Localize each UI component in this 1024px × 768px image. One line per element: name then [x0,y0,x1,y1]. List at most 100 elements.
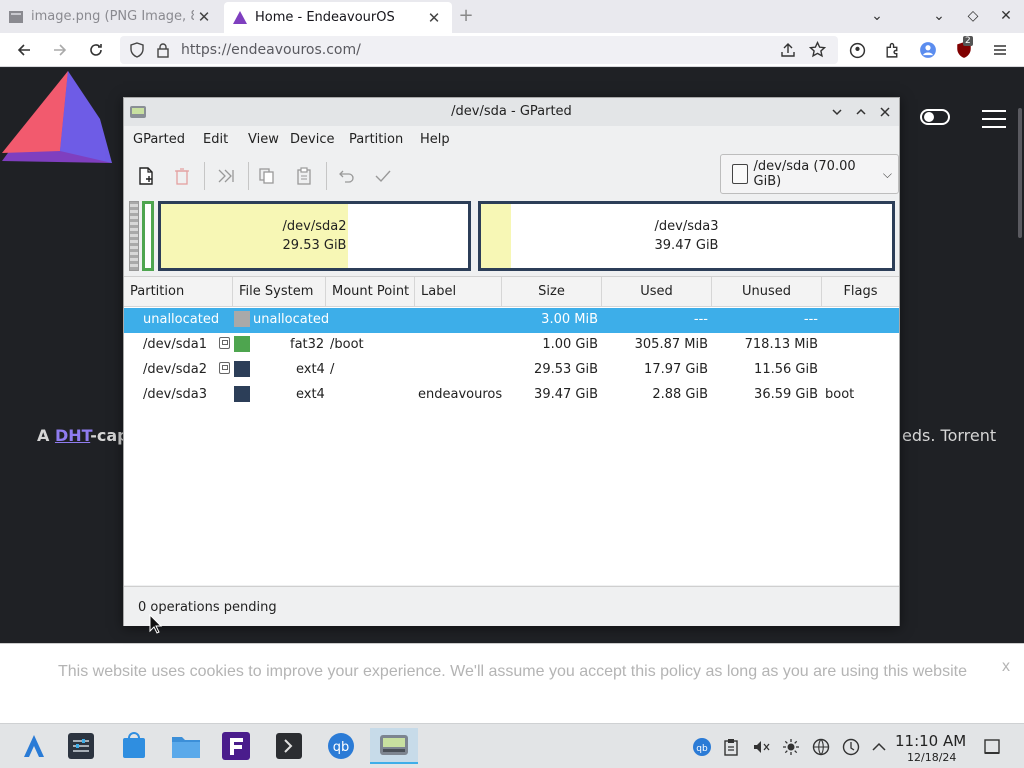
toolbar-separator [204,162,205,190]
menu-edit[interactable]: Edit [203,132,228,147]
cell-used: 2.88 GiB [652,387,708,402]
gparted-taskbar-icon[interactable] [370,728,418,764]
partition-table: Partition File System Mount Point Label … [124,276,899,585]
table-row[interactable]: /dev/sda3 ext4 endeavouros 39.47 GiB 2.88 Gi… [124,383,899,408]
copy-icon[interactable] [255,164,279,188]
minimize-icon[interactable]: ⌄ [929,6,949,26]
restore-icon[interactable]: ◇ [963,6,983,26]
share-icon[interactable] [780,42,796,58]
taskbar: qb qb 11:10 AM 12/18/24 [0,723,1024,768]
disk-graphic-sda3[interactable]: /dev/sda3 39.47 GiB [478,201,895,271]
menu-help[interactable]: Help [420,132,450,147]
menu-gparted[interactable]: GParted [133,132,185,147]
close-tab-icon[interactable]: ✕ [194,7,214,27]
maximize-icon[interactable] [851,102,871,122]
disk-graphic-unallocated[interactable] [129,201,139,271]
device-selector[interactable]: /dev/sda (70.00 GiB) ⌵ [720,154,899,194]
gparted-titlebar[interactable]: /dev/sda - GParted [124,98,899,126]
chevron-up-icon[interactable] [869,737,889,757]
software-store-icon[interactable] [116,728,152,764]
list-tabs-icon[interactable]: ⌄ [867,6,887,26]
forward-icon[interactable] [48,38,72,62]
table-row[interactable]: /dev/sda2 ext4 / 29.53 GiB 17.97 GiB 11.56 Gi… [124,358,899,383]
update-notifier-icon[interactable] [841,737,861,757]
menu-partition[interactable]: Partition [349,132,403,147]
undo-icon[interactable] [335,164,359,188]
page-text-fragment: eds. Torrent [902,426,997,445]
column-partition[interactable]: Partition [124,277,233,307]
gparted-menubar: GParted Edit View Device Partition Help [124,126,899,154]
close-window-icon[interactable]: ✕ [996,6,1016,26]
hamburger-menu-icon[interactable] [988,38,1012,62]
apply-icon[interactable] [371,164,395,188]
clock-time[interactable]: 11:10 AM [895,732,966,750]
back-icon[interactable] [12,38,36,62]
svg-text:qb: qb [333,740,350,755]
tab-image-png[interactable]: image.png (PNG Image, 8… ✕ [0,0,222,33]
close-icon[interactable] [875,102,895,122]
disk-graphic-sda2[interactable]: /dev/sda2 29.53 GiB [158,201,471,271]
file-manager-icon[interactable] [168,728,204,764]
minimize-icon[interactable] [827,102,847,122]
dht-text: A DHT-cap [37,426,129,445]
cell-used: --- [693,312,708,327]
site-menu-icon[interactable] [982,110,1006,134]
paste-icon[interactable] [292,164,316,188]
app-launcher-icon[interactable] [16,728,52,764]
column-file-system[interactable]: File System [233,277,326,307]
cell-used: 17.97 GiB [644,362,708,377]
partition-name: /dev/sda2 [282,219,347,234]
profile-icon[interactable] [916,38,940,62]
column-label[interactable]: Label [415,277,502,307]
account-icon[interactable] [845,38,869,62]
extensions-icon[interactable] [880,38,904,62]
cell-flags: boot [825,387,855,402]
qbittorrent-icon[interactable]: qb [323,728,359,764]
cookie-notice-bar: This website uses cookies to improve you… [0,643,1024,723]
volume-muted-icon[interactable] [751,737,771,757]
cell-file-system: ext4 [296,362,325,377]
column-size[interactable]: Size [502,277,602,307]
tab-endeavouros-home[interactable]: Home - EndeavourOS ✕ [224,2,452,33]
settings-app-icon[interactable] [63,728,99,764]
close-tab-icon[interactable]: ✕ [424,8,444,28]
filesystem-color-swatch [234,386,250,402]
clipboard-icon[interactable] [721,737,741,757]
device-label: /dev/sda (70.00 GiB) [753,159,856,189]
clock-date[interactable]: 12/18/24 [907,751,956,764]
dht-link[interactable]: DHT [55,426,90,445]
network-icon[interactable] [811,737,831,757]
disk-graphic-sda1[interactable] [142,201,154,271]
new-partition-icon[interactable] [134,164,158,188]
cell-partition: unallocated [143,312,220,327]
cell-partition: /dev/sda3 [143,387,207,402]
menu-view[interactable]: View [248,132,279,147]
terminal-icon[interactable] [271,728,307,764]
resize-move-icon[interactable] [214,164,238,188]
address-bar[interactable]: https://endeavouros.com/ [120,36,838,64]
table-row[interactable]: /dev/sda1 fat32/boot 1.00 GiB 305.87 MiB 718… [124,333,899,358]
qbittorrent-tray-icon[interactable]: qb [692,737,712,757]
column-flags[interactable]: Flags [822,277,899,307]
reload-icon[interactable] [84,38,108,62]
column-mount-point[interactable]: Mount Point [326,277,415,307]
show-desktop-icon[interactable] [982,737,1002,757]
theme-toggle[interactable] [920,109,950,125]
column-unused[interactable]: Unused [712,277,822,307]
shield-icon[interactable] [129,42,145,58]
gparted-statusbar: 0 operations pending [124,586,899,626]
new-tab-icon[interactable]: + [456,6,476,26]
filesystem-color-swatch [234,361,250,377]
page-scrollbar[interactable] [1018,108,1022,238]
cell-size: 29.53 GiB [534,362,598,377]
column-used[interactable]: Used [602,277,712,307]
ublock-icon[interactable]: 2 [952,36,976,62]
lock-icon[interactable] [155,42,171,58]
delete-partition-icon[interactable] [170,164,194,188]
cookie-close-button[interactable]: x [1002,658,1010,676]
brightness-icon[interactable] [781,737,801,757]
menu-device[interactable]: Device [290,132,334,147]
table-row[interactable]: unallocated unallocated 3.00 MiB --- --- [124,308,899,333]
fastfetch-app-icon[interactable] [218,728,254,764]
bookmark-star-icon[interactable] [809,41,826,58]
